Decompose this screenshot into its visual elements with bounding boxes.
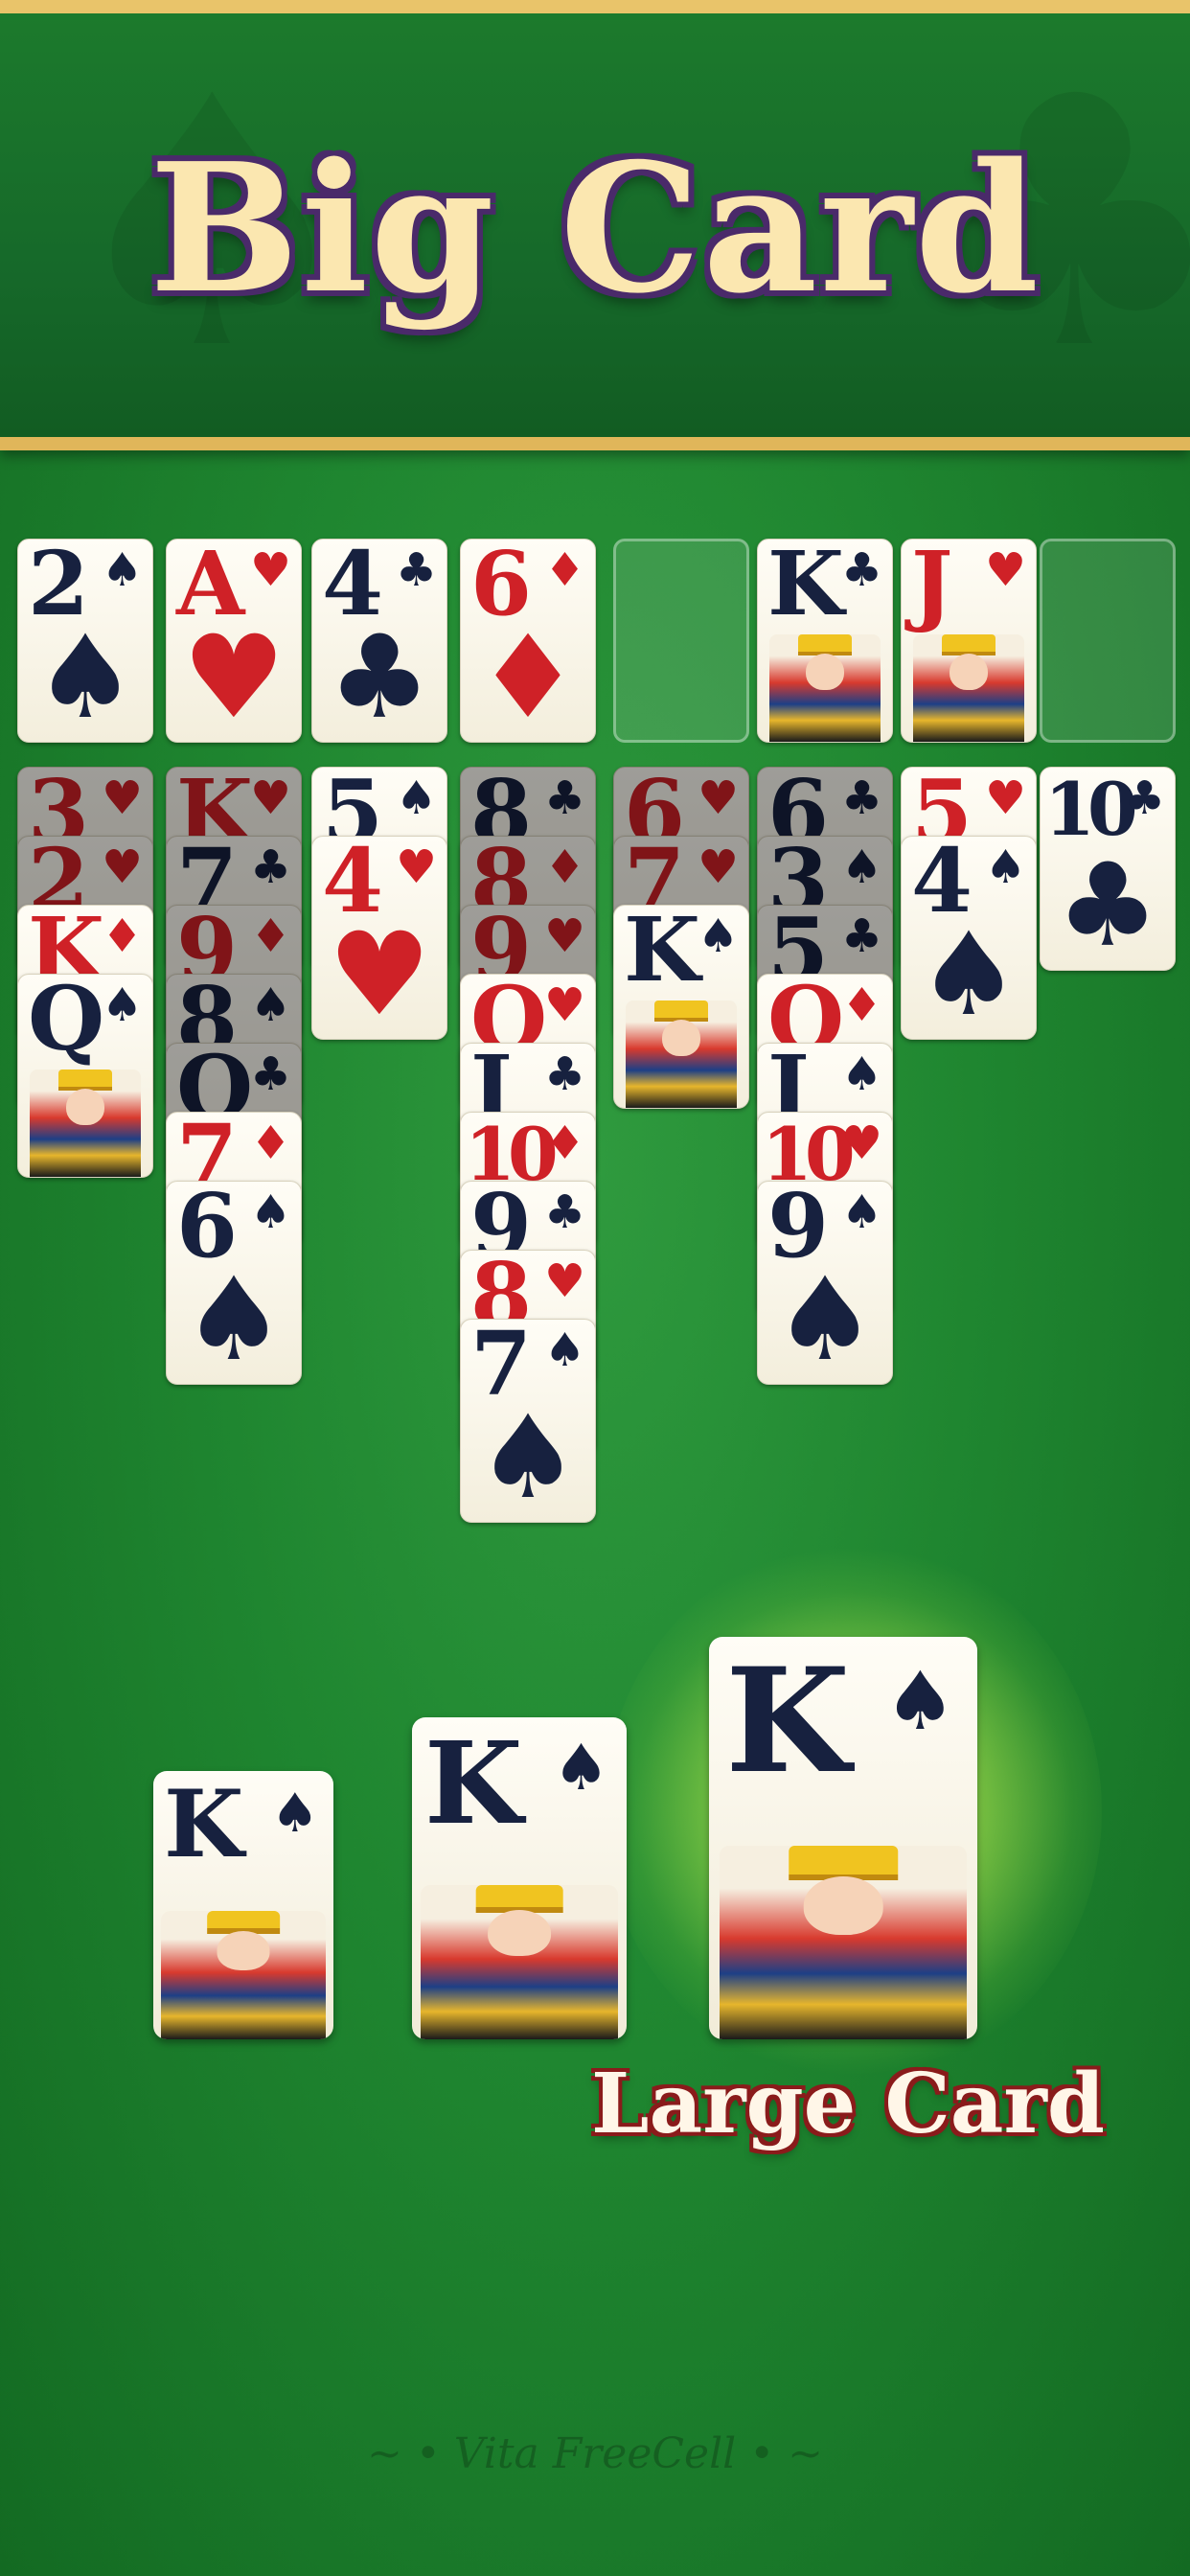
card-suit-icon: ♠ (249, 1185, 291, 1239)
card-suit-icon: ♠ (101, 978, 143, 1032)
card-suit-icon: ♠ (984, 840, 1026, 894)
card-suit-icon: ♥ (984, 771, 1026, 825)
card-rank: K (164, 1771, 244, 1878)
card-suit-icon: ♥ (249, 543, 291, 597)
card-suit-icon: ♣ (249, 840, 291, 894)
tableau-card[interactable]: 10 ♣ ♣ (1040, 767, 1176, 971)
card-center-suit-icon: ♠ (773, 1254, 877, 1385)
card-suit-icon: ♠ (840, 1185, 882, 1239)
free-cell-card[interactable]: 2 ♠ ♠ (17, 539, 153, 743)
card-suit-icon: ♣ (543, 1185, 585, 1239)
tableau-card[interactable]: 9 ♠ ♠ (757, 1181, 893, 1385)
card-center-suit-icon: ♣ (328, 611, 431, 743)
card-suit-icon: ♥ (840, 1116, 882, 1170)
card-suit-icon: ♦ (840, 978, 882, 1032)
card-suit-icon: ♣ (249, 1047, 291, 1101)
card-suit-icon: ♠ (697, 909, 739, 963)
card-suit-icon: ♥ (543, 1254, 585, 1308)
medium-card-demo: K ♠ (412, 1717, 627, 2039)
card-suit-icon: ♣ (840, 909, 882, 963)
card-rank: K (767, 539, 844, 635)
large-card-demo: K ♠ (709, 1637, 977, 2039)
card-center-suit-icon: ♠ (476, 1392, 580, 1523)
card-center-suit-icon: ♠ (182, 1254, 286, 1385)
card-suit-icon: ♣ (840, 771, 882, 825)
card-suit-icon: ♠ (249, 978, 291, 1032)
card-rank: K (725, 1637, 851, 1806)
card-rank: 10 (1044, 767, 1138, 852)
card-suit-icon: ♠ (840, 840, 882, 894)
large-card-label: Large Card (591, 2056, 1105, 2152)
card-suit-icon: ♣ (840, 543, 882, 597)
card-rank: Q (28, 974, 104, 1070)
banner: ♠ ♣ Big Card (0, 0, 1190, 450)
spade-icon: ♠ (270, 1782, 319, 1845)
app-watermark: ~ • Vita FreeCell • ~ (366, 2429, 824, 2478)
tableau-card[interactable]: K ♠ (613, 905, 749, 1109)
free-cell-card[interactable]: 4 ♣ ♣ (311, 539, 447, 743)
free-cell-card[interactable]: 6 ♦ ♦ (460, 539, 596, 743)
tableau-card[interactable]: Q ♠ (17, 974, 153, 1178)
tableau-card[interactable]: 6 ♠ ♠ (166, 1181, 302, 1385)
card-center-suit-icon: ♠ (34, 611, 137, 743)
card-suit-icon: ♥ (697, 771, 739, 825)
foundation-card[interactable]: J ♥ (901, 539, 1037, 743)
tableau-card[interactable]: 4 ♥ ♥ (311, 836, 447, 1040)
face-card-portrait-icon (30, 1070, 141, 1177)
card-suit-icon: ♦ (543, 840, 585, 894)
card-suit-icon: ♥ (101, 771, 143, 825)
card-rank: J (911, 539, 952, 635)
small-card-demo: K ♠ (153, 1771, 333, 2039)
card-suit-icon: ♥ (395, 840, 437, 894)
card-center-suit-icon: ♦ (476, 611, 580, 743)
king-portrait-icon (720, 1846, 967, 2039)
card-suit-icon: ♦ (543, 1116, 585, 1170)
card-suit-icon: ♣ (1123, 771, 1165, 825)
card-suit-icon: ♥ (101, 840, 143, 894)
spade-icon: ♠ (883, 1654, 956, 1748)
empty-cell-slot[interactable] (613, 539, 749, 743)
card-center-suit-icon: ♠ (917, 908, 1020, 1040)
card-suit-icon: ♣ (543, 771, 585, 825)
king-portrait-icon (161, 1911, 326, 2039)
card-suit-icon: ♠ (395, 771, 437, 825)
card-suit-icon: ♥ (543, 909, 585, 963)
spade-icon: ♠ (552, 1731, 609, 1805)
card-suit-icon: ♥ (984, 543, 1026, 597)
card-suit-icon: ♣ (543, 1047, 585, 1101)
foundation-card[interactable]: K ♣ (757, 539, 893, 743)
card-suit-icon: ♣ (395, 543, 437, 597)
card-suit-icon: ♦ (101, 909, 143, 963)
card-suit-icon: ♦ (543, 543, 585, 597)
card-suit-icon: ♦ (249, 1116, 291, 1170)
empty-cell-slot[interactable] (1040, 539, 1176, 743)
tableau-card[interactable]: 4 ♠ ♠ (901, 836, 1037, 1040)
card-suit-icon: ♥ (697, 840, 739, 894)
card-suit-icon: ♠ (840, 1047, 882, 1101)
card-center-suit-icon: ♥ (182, 611, 286, 743)
card-rank: K (424, 1717, 523, 1850)
card-suit-icon: ♠ (543, 1323, 585, 1377)
face-card-portrait-icon (769, 634, 881, 742)
card-suit-icon: ♥ (543, 978, 585, 1032)
card-suit-icon: ♥ (249, 771, 291, 825)
game-board: 2♠♠A♥♥4♣♣6♦♦K♣J♥3♥♥2♥♥K♦♦Q♠K♥♥7♣♣9♦♦8♠♠Q… (0, 450, 1190, 2576)
banner-title: Big Card (149, 124, 1041, 333)
card-center-suit-icon: ♥ (328, 908, 431, 1040)
card-rank: K (624, 905, 700, 1001)
tableau-card[interactable]: 7 ♠ ♠ (460, 1319, 596, 1523)
face-card-portrait-icon (626, 1000, 737, 1108)
card-suit-icon: ♦ (249, 909, 291, 963)
card-suit-icon: ♠ (101, 543, 143, 597)
free-cell-card[interactable]: A ♥ ♥ (166, 539, 302, 743)
card-center-suit-icon: ♣ (1056, 840, 1159, 971)
face-card-portrait-icon (913, 634, 1024, 742)
king-portrait-icon (421, 1885, 618, 2039)
